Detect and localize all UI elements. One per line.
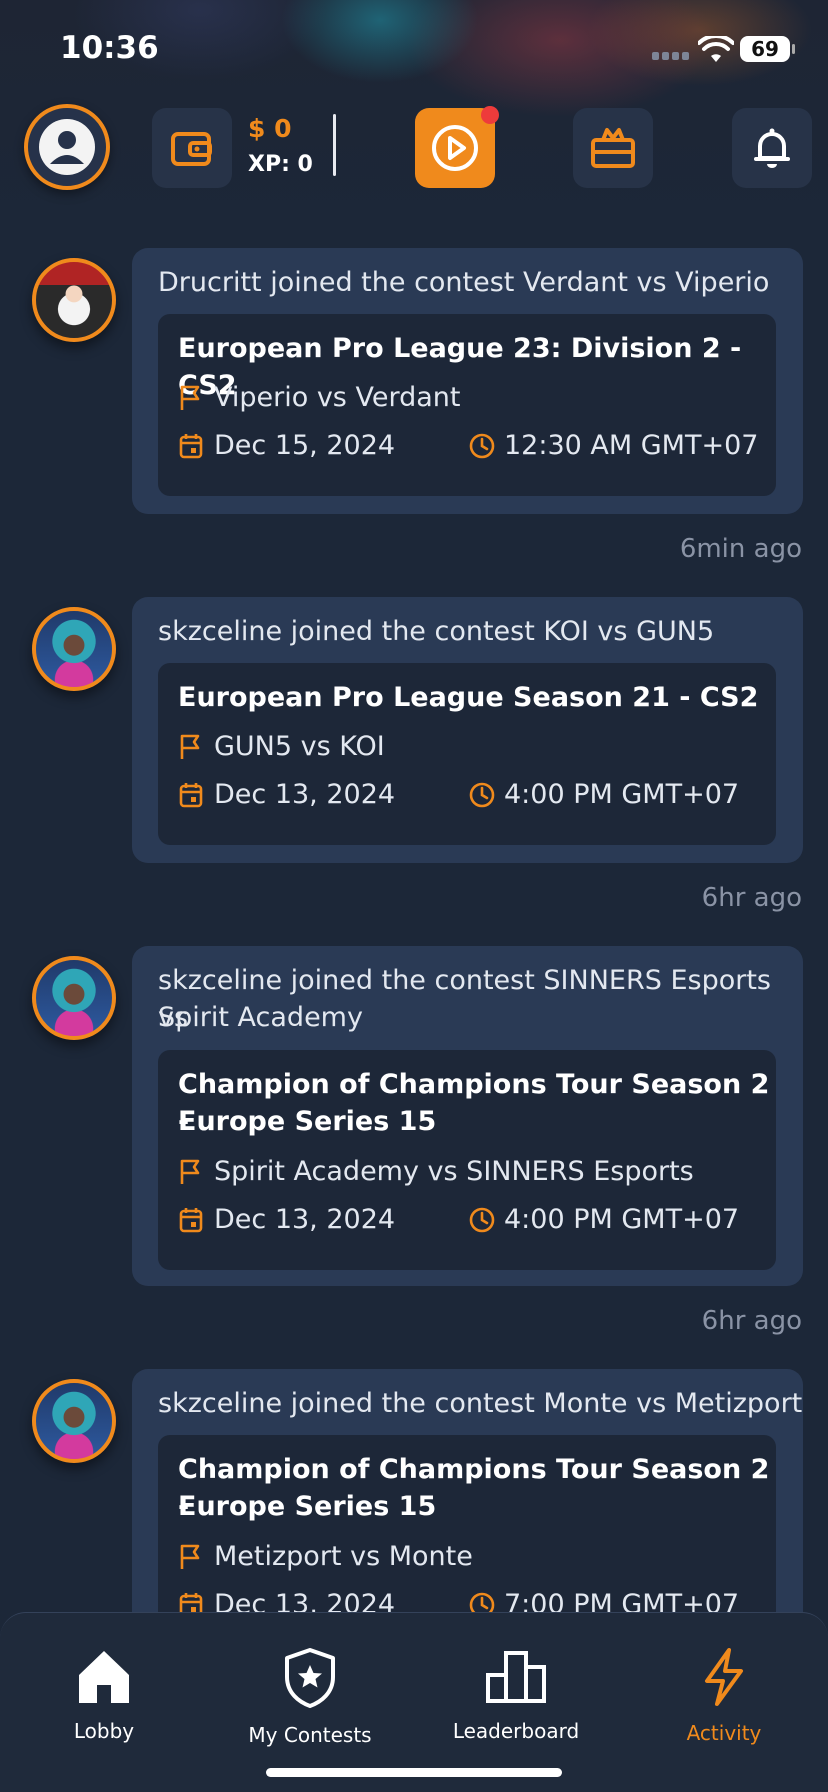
- matchup-text: Spirit Academy vs SINNERS Esports: [214, 1156, 694, 1187]
- clock-icon: [469, 1207, 495, 1232]
- play-button[interactable]: [415, 106, 499, 188]
- wifi-icon: [698, 36, 734, 62]
- match-card[interactable]: European Pro League 23: Division 2 - CS2…: [158, 314, 776, 496]
- activity-card[interactable]: Drucritt joined the contest Verdant vs V…: [132, 248, 803, 514]
- tab-leaderboard[interactable]: Leaderboard: [426, 1647, 606, 1743]
- timestamp: 6hr ago: [701, 1306, 802, 1336]
- matchup-row: Spirit Academy vs SINNERS Esports: [178, 1156, 694, 1187]
- activity-card[interactable]: skzceline joined the contest SINNERS Esp…: [132, 946, 803, 1286]
- activity-message: skzceline joined the contest Monte vs Me…: [158, 1388, 803, 1419]
- podium-icon: [486, 1651, 546, 1703]
- matchup-row: Metizport vs Monte: [178, 1541, 473, 1572]
- top-bar: $ 0 XP: 0: [0, 100, 828, 190]
- calendar-icon: [179, 433, 203, 458]
- date-row: Dec 13, 2024: [178, 779, 395, 810]
- calendar-icon: [179, 782, 203, 807]
- timestamp: 6hr ago: [701, 883, 802, 913]
- activity-message: skzceline joined the contest KOI vs GUN5: [158, 616, 715, 647]
- match-date: Dec 15, 2024: [214, 430, 396, 461]
- profile-avatar-button[interactable]: [24, 104, 110, 190]
- wallet-button[interactable]: [152, 108, 232, 188]
- tab-label: My Contests: [248, 1723, 372, 1747]
- flag-icon: [180, 1544, 200, 1569]
- cellular-signal-icon: [652, 52, 692, 60]
- girl-avatar: [32, 956, 116, 1040]
- timestamp: 6min ago: [679, 534, 802, 564]
- league-title-line2: Europe Series 15: [178, 1106, 437, 1137]
- battery-indicator: 69: [740, 36, 795, 62]
- gift-icon: [591, 128, 635, 168]
- activity-card[interactable]: skzceline joined the contest KOI vs GUN5…: [132, 597, 803, 863]
- notifications-button[interactable]: [732, 108, 812, 188]
- matchup-text: GUN5 vs KOI: [214, 731, 385, 762]
- tab-label: Leaderboard: [452, 1719, 580, 1743]
- tab-label: Activity: [686, 1721, 762, 1745]
- matchup-text: Metizport vs Monte: [214, 1541, 473, 1572]
- time-row: 12:30 AM GMT+07: [468, 430, 758, 461]
- shield-star-icon: [285, 1648, 335, 1708]
- balance-amount: $ 0: [248, 114, 292, 143]
- home-indicator: [266, 1768, 562, 1777]
- status-time: 10:36: [60, 30, 159, 66]
- play-icon: [432, 125, 478, 171]
- bell-icon: [754, 128, 790, 168]
- status-bar: 10:36 69: [0, 0, 828, 100]
- bottom-tab-bar: Lobby My Contests Leaderboard Activity: [0, 1612, 828, 1792]
- match-card[interactable]: Champion of Champions Tour Season 2 - Eu…: [158, 1050, 776, 1270]
- wallet-icon: [171, 132, 212, 166]
- match-time: 4:00 PM GMT+07: [504, 1204, 740, 1235]
- activity-message: Drucritt joined the contest Verdant vs V…: [158, 267, 770, 298]
- notification-dot: [481, 106, 499, 124]
- activity-message-line2: Spirit Academy: [158, 1002, 363, 1033]
- rewards-button[interactable]: [573, 108, 653, 188]
- home-icon: [79, 1651, 129, 1703]
- santa-avatar: [32, 258, 116, 342]
- match-time: 4:00 PM GMT+07: [504, 779, 740, 810]
- tab-activity[interactable]: Activity: [634, 1647, 814, 1745]
- match-date: Dec 13, 2024: [214, 779, 396, 810]
- clock-icon: [469, 782, 495, 807]
- tab-lobby[interactable]: Lobby: [14, 1647, 194, 1743]
- time-row: 4:00 PM GMT+07: [468, 779, 739, 810]
- flag-icon: [180, 385, 200, 410]
- date-row: Dec 13, 2024: [178, 1204, 395, 1235]
- league-title-line2: Europe Series 15: [178, 1491, 437, 1522]
- time-row: 4:00 PM GMT+07: [468, 1204, 739, 1235]
- league-title: European Pro League Season 21 - CS2: [178, 682, 759, 713]
- tab-my-contests[interactable]: My Contests: [220, 1647, 400, 1747]
- girl-avatar: [32, 607, 116, 691]
- matchup-row: Viperio vs Verdant: [178, 382, 460, 413]
- xp-amount: XP: 0: [248, 152, 313, 177]
- header-divider: [333, 114, 336, 176]
- calendar-icon: [179, 1207, 203, 1232]
- clock-icon: [469, 433, 495, 458]
- flag-icon: [180, 734, 200, 759]
- matchup-row: GUN5 vs KOI: [178, 731, 385, 762]
- matchup-text: Viperio vs Verdant: [214, 382, 461, 413]
- match-date: Dec 13, 2024: [214, 1204, 396, 1235]
- match-time: 12:30 AM GMT+07: [504, 430, 759, 461]
- tab-label: Lobby: [73, 1719, 135, 1743]
- date-row: Dec 15, 2024: [178, 430, 395, 461]
- girl-avatar: [32, 1379, 116, 1463]
- match-card[interactable]: European Pro League Season 21 - CS2 GUN5…: [158, 663, 776, 845]
- user-icon: [39, 119, 95, 175]
- lightning-icon: [705, 1648, 743, 1706]
- flag-icon: [180, 1159, 200, 1184]
